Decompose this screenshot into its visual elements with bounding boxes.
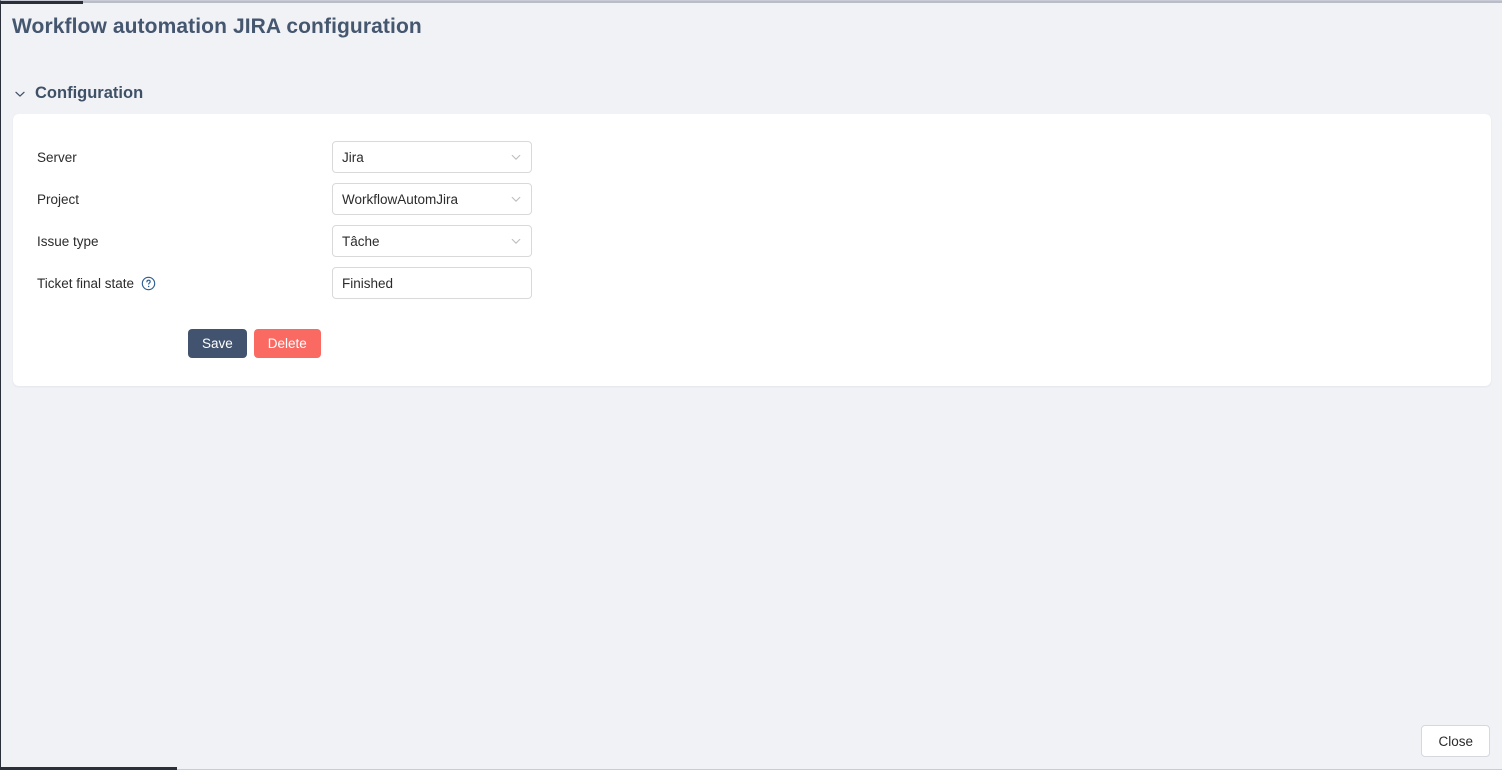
field-label-text: Ticket final state (37, 275, 135, 291)
field-control-project: WorkflowAutomJira (332, 183, 532, 215)
field-control-server: Jira (332, 141, 532, 173)
field-control-ticket-final-state: Finished (332, 267, 532, 299)
chevron-down-icon (510, 193, 522, 205)
field-label-ticket-final-state: Ticket final state (37, 267, 156, 299)
field-label-text: Issue type (37, 233, 99, 249)
server-select-value: Jira (342, 149, 364, 165)
field-label-issue-type: Issue type (37, 225, 99, 257)
field-label-text: Server (37, 149, 77, 165)
ticket-final-state-input[interactable]: Finished (332, 267, 532, 299)
save-button[interactable]: Save (188, 329, 247, 358)
close-button[interactable]: Close (1421, 725, 1490, 757)
project-select[interactable]: WorkflowAutomJira (332, 183, 532, 215)
configuration-card: Server Jira Project WorkflowAutomJira Is… (13, 114, 1491, 386)
dialog-footer: Close (1421, 725, 1490, 757)
issue-type-select[interactable]: Tâche (332, 225, 532, 257)
field-label-text: Project (37, 191, 80, 207)
field-label-server: Server (37, 141, 77, 173)
window-edge-top-light (83, 1, 1502, 3)
window-edge-top-dark (1, 1, 83, 4)
configuration-section-toggle[interactable]: Configuration (14, 84, 143, 103)
form-row-issue-type: Issue type Tâche (13, 225, 1491, 257)
form-row-server: Server Jira (13, 141, 1491, 173)
issue-type-select-value: Tâche (342, 233, 380, 249)
card-action-buttons: Save Delete (188, 329, 321, 358)
server-select[interactable]: Jira (332, 141, 532, 173)
ticket-final-state-value: Finished (342, 275, 394, 291)
page-title: Workflow automation JIRA configuration (12, 15, 422, 38)
field-control-issue-type: Tâche (332, 225, 532, 257)
form-row-ticket-final-state: Ticket final state Finished (13, 267, 1491, 299)
jira-configuration-dialog: Workflow automation JIRA configuration C… (0, 0, 1502, 770)
chevron-down-icon (510, 235, 522, 247)
question-circle-icon[interactable] (141, 276, 156, 291)
chevron-down-icon (14, 88, 26, 100)
chevron-down-icon (510, 151, 522, 163)
form-row-project: Project WorkflowAutomJira (13, 183, 1491, 215)
project-select-value: WorkflowAutomJira (342, 191, 459, 207)
section-title: Configuration (35, 84, 144, 102)
delete-button[interactable]: Delete (253, 329, 321, 358)
field-label-project: Project (37, 183, 79, 215)
